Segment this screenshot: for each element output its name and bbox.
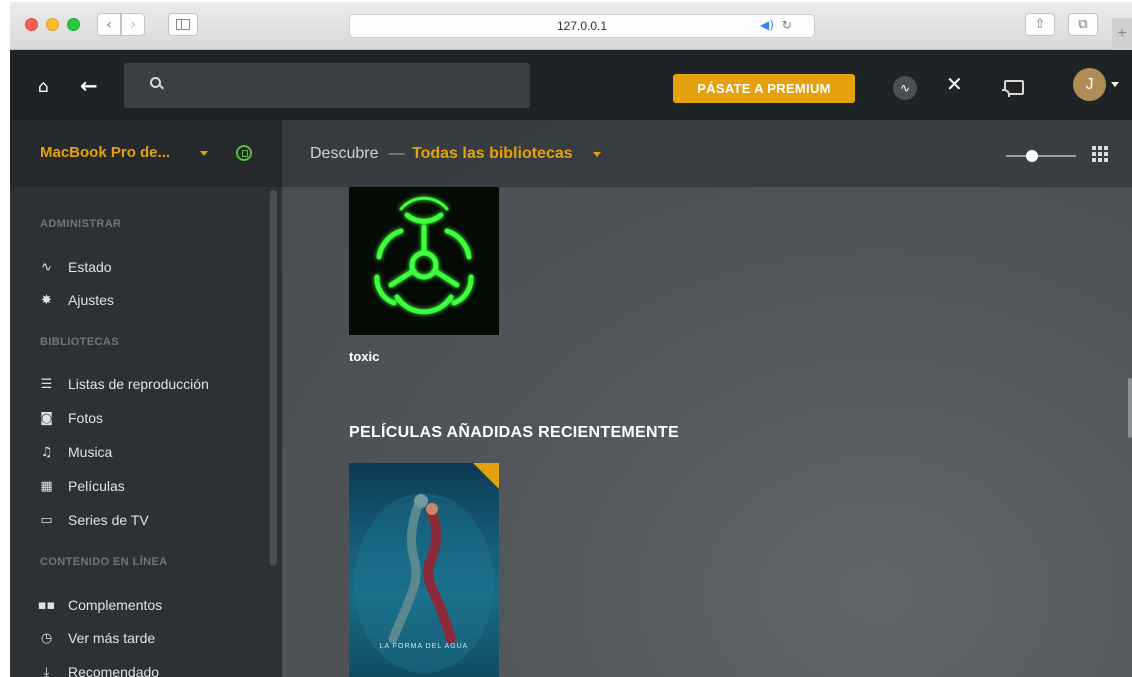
- address-bar-icons: ◀) ↻: [760, 18, 792, 32]
- poster-title-text: LA FORMA DEL AGUA: [379, 643, 469, 650]
- film-icon: ▦: [40, 478, 53, 494]
- search-input[interactable]: [174, 63, 514, 108]
- sidebar-item-series[interactable]: ▭ Series de TV: [38, 509, 149, 531]
- music-note-icon: ♫: [40, 444, 53, 460]
- top-bar: ⌂ ← PÁSATE A PREMIUM ∿ ✕ J: [10, 50, 1132, 120]
- new-tab-button[interactable]: +: [1112, 18, 1132, 50]
- download-icon: ⤓: [43, 664, 50, 677]
- back-arrow-icon[interactable]: ←: [80, 74, 98, 98]
- gear-icon: ✸: [41, 292, 52, 308]
- activity-icon[interactable]: ∿: [893, 76, 917, 100]
- list-icon: ☰: [40, 376, 53, 392]
- camera-icon: ◙: [40, 410, 53, 426]
- section-heading-administrar: ADMINISTRAR: [40, 218, 122, 230]
- sidebar-item-recomendado[interactable]: ⤓ Recomendado: [38, 661, 159, 677]
- sidebar-icon: [176, 19, 190, 30]
- poster-size-slider-handle[interactable]: [1026, 150, 1038, 162]
- main-header: Descubre — Todas las bibliotecas: [282, 120, 1132, 187]
- go-premium-button[interactable]: PÁSATE A PREMIUM: [673, 74, 855, 103]
- sidebar-item-label: Complementos: [68, 597, 163, 613]
- search-box[interactable]: [124, 63, 530, 108]
- chevron-down-icon[interactable]: [593, 152, 601, 157]
- browser-forward-button[interactable]: ›: [121, 13, 145, 36]
- plex-app: ⌂ ← PÁSATE A PREMIUM ∿ ✕ J MacBook Pro d…: [10, 50, 1132, 677]
- section-heading-contenido: CONTENIDO EN LÍNEA: [40, 556, 168, 568]
- sidebar-item-label: Musica: [68, 444, 113, 460]
- sidebar-item-ver-mas-tarde[interactable]: ◷ Ver más tarde: [38, 627, 155, 649]
- new-item-ribbon: [473, 463, 499, 489]
- audio-icon[interactable]: ◀): [760, 18, 774, 32]
- library-filter-dropdown[interactable]: Todas las bibliotecas: [412, 145, 573, 163]
- sidebar-item-label: Listas de reproducción: [68, 376, 209, 392]
- sidebar-item-label: Películas: [68, 478, 125, 494]
- sidebar-item-label: Estado: [68, 259, 112, 275]
- close-window-button[interactable]: [25, 18, 38, 31]
- server-selector[interactable]: MacBook Pro de...: [10, 120, 282, 187]
- address-text: 127.0.0.1: [556, 19, 608, 33]
- sidebar-item-complementos[interactable]: ▪▪ Complementos: [38, 594, 162, 616]
- settings-tools-icon[interactable]: ✕: [946, 72, 963, 96]
- tv-icon: ▭: [40, 512, 53, 528]
- share-button[interactable]: ⇧: [1025, 13, 1055, 36]
- sidebar-item-fotos[interactable]: ◙ Fotos: [38, 407, 103, 429]
- chevron-down-icon[interactable]: [200, 151, 208, 156]
- movie-poster[interactable]: LA FORMA DEL AGUA: [349, 463, 499, 677]
- breadcrumb-separator: —: [389, 145, 405, 162]
- browser-toolbar: ‹ › 127.0.0.1 ◀) ↻ ⇧ ⧉ +: [10, 2, 1132, 50]
- sidebar-item-label: Ver más tarde: [68, 630, 156, 646]
- toxic-title[interactable]: toxic: [349, 349, 379, 364]
- cast-icon[interactable]: [1002, 80, 1024, 97]
- pulse-icon: ∿: [41, 259, 52, 275]
- grid-icon: ▪▪: [37, 597, 56, 613]
- home-icon[interactable]: ⌂: [38, 77, 49, 97]
- clock-icon: ◷: [40, 630, 53, 646]
- server-status-lock-icon: [236, 145, 252, 161]
- sidebar-item-estado[interactable]: ∿ Estado: [38, 256, 112, 278]
- poster-size-slider[interactable]: [1006, 155, 1076, 157]
- sidebar-item-listas[interactable]: ☰ Listas de reproducción: [38, 373, 209, 395]
- main-scrollbar[interactable]: [1128, 378, 1132, 438]
- user-avatar[interactable]: J: [1073, 68, 1106, 101]
- sidebar-item-peliculas[interactable]: ▦ Películas: [38, 475, 125, 497]
- minimize-window-button[interactable]: [46, 18, 59, 31]
- sidebar-item-label: Ajustes: [68, 292, 114, 308]
- sidebar-item-label: Recomendado: [68, 664, 160, 677]
- biohazard-icon: [374, 196, 474, 315]
- zoom-window-button[interactable]: [67, 18, 80, 31]
- browser-back-button[interactable]: ‹: [97, 13, 121, 36]
- address-bar[interactable]: 127.0.0.1: [349, 14, 815, 38]
- main-content: Descubre — Todas las bibliotecas toxic P…: [282, 120, 1132, 677]
- sidebar-item-label: Series de TV: [68, 512, 149, 528]
- sidebar-item-ajustes[interactable]: ✸ Ajustes: [38, 289, 114, 311]
- sidebar-item-label: Fotos: [68, 410, 104, 426]
- grid-view-icon[interactable]: [1092, 146, 1110, 164]
- reload-icon[interactable]: ↻: [782, 18, 792, 32]
- show-tabs-button[interactable]: ⧉: [1068, 13, 1098, 36]
- breadcrumb-discover[interactable]: Descubre: [310, 145, 378, 163]
- server-name[interactable]: MacBook Pro de...: [40, 144, 170, 161]
- sidebar: MacBook Pro de... ADMINISTRAR ∿ Estado ✸…: [10, 120, 282, 677]
- toxic-poster[interactable]: [349, 187, 499, 335]
- sidebar-scrollbar[interactable]: [270, 190, 277, 566]
- sidebar-item-musica[interactable]: ♫ Musica: [38, 441, 113, 463]
- section-heading-bibliotecas: BIBLIOTECAS: [40, 336, 119, 348]
- chevron-down-icon[interactable]: [1111, 82, 1119, 87]
- section-title-recent-movies[interactable]: PELÍCULAS AÑADIDAS RECIENTEMENTE: [349, 424, 679, 442]
- search-icon: [150, 77, 161, 88]
- sidebar-toggle-button[interactable]: [168, 13, 198, 36]
